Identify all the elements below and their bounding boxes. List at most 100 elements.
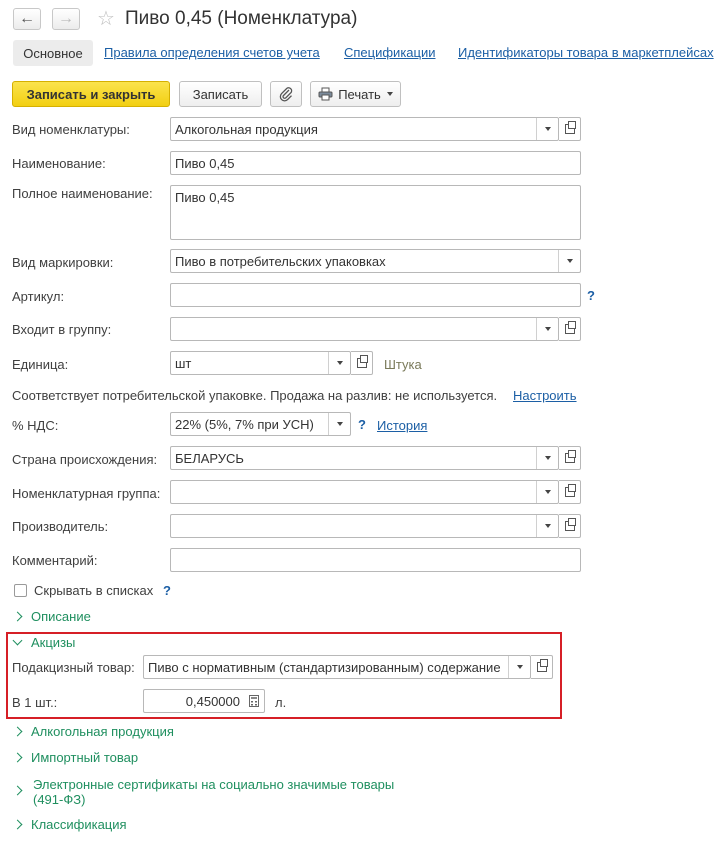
chevron-down-icon xyxy=(12,635,23,646)
v1sht-label: В 1 шт.: xyxy=(12,695,58,710)
edinica-hint: Штука xyxy=(384,357,422,372)
podakciz-field[interactable]: Пиво с нормативным (стандартизированным)… xyxy=(143,655,531,679)
chevron-down-icon xyxy=(544,490,551,494)
chevron-down-icon xyxy=(336,361,343,365)
group-akcizy[interactable]: Акцизы xyxy=(12,635,75,650)
open-window-icon xyxy=(536,659,548,672)
proizvoditel-label: Производитель: xyxy=(12,519,109,534)
vid-markirovki-label: Вид маркировки: xyxy=(12,255,114,270)
naimenovanie-value: Пиво 0,45 xyxy=(175,156,235,171)
v1sht-unit: л. xyxy=(275,695,287,710)
save-button[interactable]: Записать xyxy=(179,81,262,107)
save-label: Записать xyxy=(192,86,249,102)
open-window-icon xyxy=(564,518,576,531)
strana-field[interactable]: БЕЛАРУСЬ xyxy=(170,446,559,470)
gruppa-dropdown[interactable] xyxy=(536,318,558,340)
artikul-label: Артикул: xyxy=(12,289,65,304)
nds-help-icon[interactable]: ? xyxy=(358,417,366,432)
edinica-dropdown[interactable] xyxy=(328,352,350,374)
vid-markirovki-field[interactable]: Пиво в потребительских упаковках xyxy=(170,249,581,273)
group-klassifikaciya[interactable]: Классификация xyxy=(12,817,127,832)
polnoe-naimenovanie-textarea[interactable]: Пиво 0,45 xyxy=(170,185,581,240)
group-import[interactable]: Импортный товар xyxy=(12,750,139,765)
skryvat-label: Скрывать в списках xyxy=(34,583,154,598)
printer-icon xyxy=(318,87,333,101)
gruppa-field[interactable] xyxy=(170,317,559,341)
chevron-down-icon xyxy=(386,92,393,96)
naimenovanie-input[interactable]: Пиво 0,45 xyxy=(170,151,581,175)
page-title: Пиво 0,45 (Номенклатура) xyxy=(125,8,358,29)
upakovka-text: Соответствует потребительской упаковке. … xyxy=(12,388,498,403)
group-alko-label: Алкогольная продукция xyxy=(31,724,174,739)
vid-nomenklatury-dropdown[interactable] xyxy=(536,118,558,140)
vid-markirovki-value: Пиво в потребительских упаковках xyxy=(175,254,386,269)
arrow-left-icon: ← xyxy=(19,10,35,27)
proizvoditel-open-button[interactable] xyxy=(559,514,581,538)
polnoe-naimenovanie-label: Полное наименование: xyxy=(12,186,153,201)
nds-dropdown[interactable] xyxy=(328,413,350,435)
group-opisanie[interactable]: Описание xyxy=(12,609,91,624)
kommentariy-input[interactable] xyxy=(170,548,581,572)
calculator-button[interactable] xyxy=(243,690,264,712)
istoriya-link[interactable]: История xyxy=(377,418,427,433)
forward-button[interactable]: → xyxy=(52,8,80,30)
podakciz-value: Пиво с нормативным (стандартизированным)… xyxy=(148,660,501,675)
print-button[interactable]: Печать xyxy=(310,81,401,107)
tab-account-rules[interactable]: Правила определения счетов учета xyxy=(104,45,320,60)
nom-gruppa-dropdown[interactable] xyxy=(536,481,558,503)
chevron-right-icon xyxy=(12,819,23,830)
favorite-star-icon[interactable]: ☆ xyxy=(97,6,115,31)
edinica-field[interactable]: шт xyxy=(170,351,351,375)
open-window-icon xyxy=(356,355,368,368)
open-window-icon xyxy=(564,450,576,463)
artikul-input[interactable] xyxy=(170,283,581,307)
chevron-right-icon xyxy=(12,785,23,796)
edinica-value: шт xyxy=(175,356,192,371)
nom-gruppa-label: Номенклатурная группа: xyxy=(12,486,161,501)
nom-gruppa-field[interactable] xyxy=(170,480,559,504)
tab-specifications[interactable]: Спецификации xyxy=(344,45,436,60)
print-label: Печать xyxy=(338,86,381,102)
proizvoditel-dropdown[interactable] xyxy=(536,515,558,537)
nastroit-link[interactable]: Настроить xyxy=(513,388,577,403)
save-and-close-label: Записать и закрыть xyxy=(26,86,156,102)
edinica-open-button[interactable] xyxy=(351,351,373,375)
back-button[interactable]: ← xyxy=(13,8,41,30)
artikul-help-icon[interactable]: ? xyxy=(587,288,595,303)
vid-nomenklatury-value: Алкогольная продукция xyxy=(175,122,318,137)
vid-nomenklatury-open-button[interactable] xyxy=(559,117,581,141)
group-import-label: Импортный товар xyxy=(31,750,139,765)
chevron-down-icon xyxy=(544,456,551,460)
group-opisanie-label: Описание xyxy=(31,609,91,624)
podakciz-open-button[interactable] xyxy=(531,655,553,679)
tab-main[interactable]: Основное xyxy=(13,40,93,66)
chevron-down-icon xyxy=(544,327,551,331)
skryvat-checkbox[interactable] xyxy=(14,584,27,597)
chevron-down-icon xyxy=(516,665,523,669)
gruppa-label: Входит в группу: xyxy=(12,322,112,337)
open-window-icon xyxy=(564,321,576,334)
paperclip-icon xyxy=(279,87,293,102)
kommentariy-label: Комментарий: xyxy=(12,553,98,568)
nds-field[interactable]: 22% (5%, 7% при УСН) xyxy=(170,412,351,436)
chevron-down-icon xyxy=(544,524,551,528)
group-sertifikaty-label-2: (491-ФЗ) xyxy=(33,792,86,807)
vid-nomenklatury-field[interactable]: Алкогольная продукция xyxy=(170,117,559,141)
skryvat-help-icon[interactable]: ? xyxy=(163,583,171,598)
strana-open-button[interactable] xyxy=(559,446,581,470)
gruppa-open-button[interactable] xyxy=(559,317,581,341)
group-sertifikaty[interactable]: Электронные сертификаты на социально зна… xyxy=(12,777,394,807)
strana-dropdown[interactable] xyxy=(536,447,558,469)
strana-value: БЕЛАРУСЬ xyxy=(175,451,244,466)
chevron-right-icon xyxy=(12,726,23,737)
nom-gruppa-open-button[interactable] xyxy=(559,480,581,504)
proizvoditel-field[interactable] xyxy=(170,514,559,538)
vid-markirovki-dropdown[interactable] xyxy=(558,250,580,272)
save-and-close-button[interactable]: Записать и закрыть xyxy=(12,81,170,107)
tab-marketplace-ids[interactable]: Идентификаторы товара в маркетплейсах xyxy=(458,45,714,60)
attach-button[interactable] xyxy=(270,81,302,107)
podakciz-dropdown[interactable] xyxy=(508,656,530,678)
group-alko[interactable]: Алкогольная продукция xyxy=(12,724,174,739)
v1sht-input[interactable]: 0,450000 xyxy=(143,689,265,713)
tab-main-label: Основное xyxy=(23,45,83,61)
